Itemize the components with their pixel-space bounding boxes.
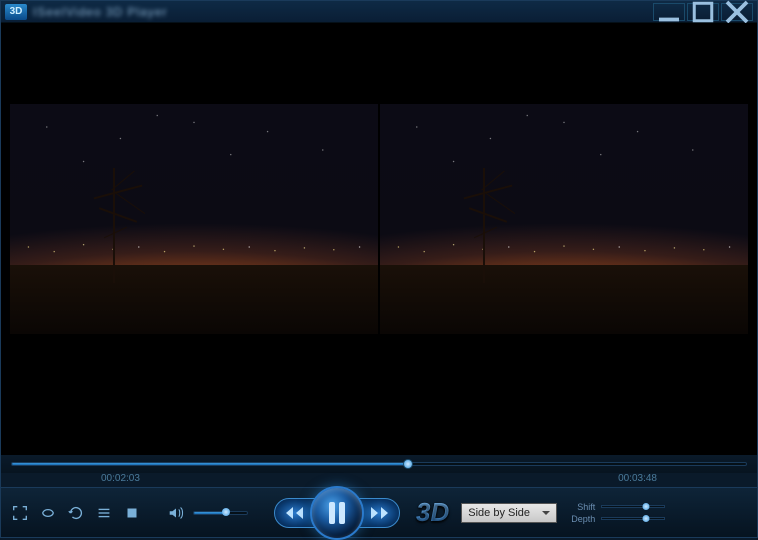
- right-eye-frame: [380, 104, 748, 334]
- mode-select[interactable]: Side by Side: [461, 503, 557, 523]
- depth-label: Depth: [567, 514, 595, 524]
- volume-button[interactable]: [165, 502, 187, 524]
- stop-button[interactable]: [121, 502, 143, 524]
- minimize-button[interactable]: [653, 3, 685, 21]
- volume-slider[interactable]: [193, 511, 248, 515]
- app-3d-badge: 3D: [5, 4, 27, 20]
- seek-bar[interactable]: [1, 455, 757, 473]
- title-bar: 3D ISeeIVideo 3D Player: [1, 1, 757, 23]
- close-button[interactable]: [721, 3, 753, 21]
- video-viewport[interactable]: [1, 23, 757, 455]
- shift-slider[interactable]: [601, 505, 665, 508]
- repeat-button[interactable]: [65, 502, 87, 524]
- seek-track[interactable]: [11, 462, 747, 466]
- depth-slider[interactable]: [601, 517, 665, 520]
- seek-thumb[interactable]: [403, 459, 413, 469]
- seek-progress: [12, 463, 408, 465]
- control-bar: 3D Side by Side Shift Depth: [1, 487, 757, 537]
- toggle-3d-button[interactable]: 3D: [410, 497, 455, 528]
- app-title: ISeeIVideo 3D Player: [33, 5, 168, 19]
- shift-label: Shift: [567, 502, 595, 512]
- depth-shift-panel: Shift Depth: [567, 502, 665, 524]
- snapshot-button[interactable]: [37, 502, 59, 524]
- transport-controls: [274, 486, 400, 540]
- total-time: 00:03:48: [618, 473, 657, 487]
- volume-thumb[interactable]: [222, 508, 230, 516]
- current-time: 00:02:03: [101, 473, 140, 487]
- mode-select-value: Side by Side: [468, 507, 530, 519]
- forward-button[interactable]: [358, 498, 400, 528]
- pause-button[interactable]: [310, 486, 364, 540]
- fullscreen-button[interactable]: [9, 502, 31, 524]
- left-eye-frame: [10, 104, 378, 334]
- playlist-button[interactable]: [93, 502, 115, 524]
- maximize-button[interactable]: [687, 3, 719, 21]
